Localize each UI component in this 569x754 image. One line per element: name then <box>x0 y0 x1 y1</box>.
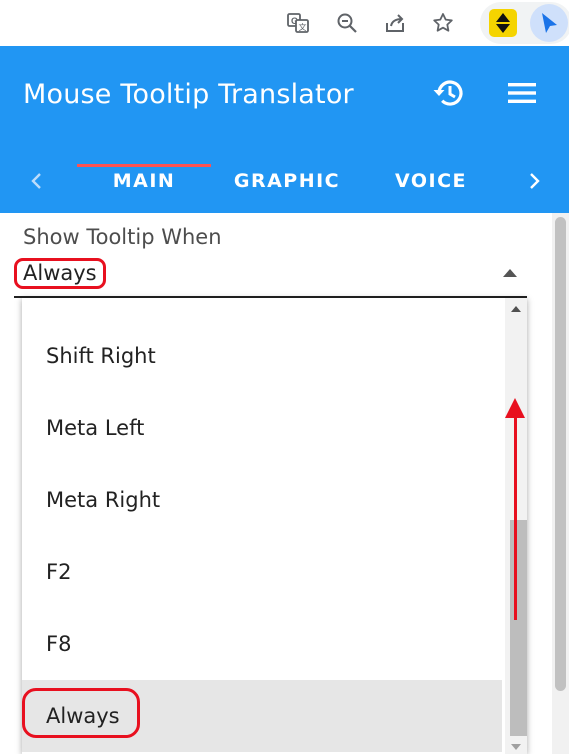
tab-scroll-right-icon[interactable] <box>519 166 549 196</box>
zoom-out-icon[interactable] <box>332 8 362 38</box>
dropdown-option[interactable]: Meta Right <box>22 464 502 536</box>
svg-text:文: 文 <box>299 22 307 32</box>
share-icon[interactable] <box>380 8 410 38</box>
translate-icon[interactable]: G 文 <box>283 8 313 38</box>
scroll-up-arrow-icon[interactable] <box>511 306 521 312</box>
dropdown-menu: Shift Right Meta Left Meta Right F2 F8 A… <box>22 298 527 754</box>
dropdown-option[interactable]: F2 <box>22 536 502 608</box>
bookmark-star-icon[interactable] <box>428 8 458 38</box>
dropdown-option[interactable]: F8 <box>22 608 502 680</box>
app-header: Mouse Tooltip Translator MAIN GRAPHIC VO… <box>0 46 569 213</box>
annotation-arrow-head-icon <box>505 398 525 418</box>
select-current-value: Always <box>14 258 106 289</box>
show-tooltip-label: Show Tooltip When <box>23 225 222 249</box>
active-tab-indicator <box>77 164 211 167</box>
tab-voice[interactable]: VOICE <box>381 170 481 192</box>
annotation-arrow-shaft <box>514 412 517 620</box>
history-icon[interactable] <box>430 74 468 112</box>
page-scrollbar[interactable] <box>552 213 569 754</box>
scroll-down-arrow-icon[interactable] <box>511 744 521 750</box>
tab-main[interactable]: MAIN <box>77 170 211 192</box>
app-title: Mouse Tooltip Translator <box>23 79 354 110</box>
extension-cursor-icon[interactable] <box>530 4 568 42</box>
extension-arrows-icon[interactable] <box>489 9 517 37</box>
show-tooltip-select[interactable]: Always <box>14 255 527 298</box>
caret-up-icon <box>503 269 517 277</box>
tab-bar: MAIN GRAPHIC VOICE <box>0 152 569 213</box>
browser-toolbar: G 文 <box>0 0 569 47</box>
menu-icon[interactable] <box>503 74 541 112</box>
highlight-circle-annotation <box>22 688 140 738</box>
page-scroll-thumb[interactable] <box>555 217 566 691</box>
dropdown-scroll-thumb[interactable] <box>510 520 527 736</box>
dropdown-option[interactable]: Shift Right <box>22 320 502 392</box>
dropdown-option[interactable]: Meta Left <box>22 392 502 464</box>
tab-graphic[interactable]: GRAPHIC <box>225 170 349 192</box>
tab-scroll-left-icon[interactable] <box>22 166 52 196</box>
